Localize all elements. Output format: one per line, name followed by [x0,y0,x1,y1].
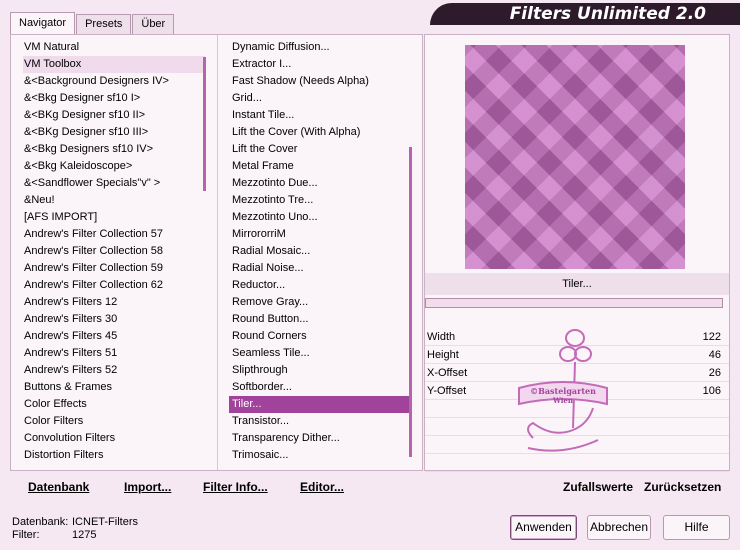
list-item[interactable]: Convolution Filters [23,430,205,447]
list-item[interactable]: Grid... [229,90,409,107]
param-value: 106 [702,385,721,397]
param-value: 26 [708,367,721,379]
list-item[interactable]: Andrew's Filters 52 [23,362,205,379]
list-item[interactable]: Mezzotinto Uno... [229,209,409,226]
list-item[interactable]: Tiler... [229,396,409,413]
list-item[interactable]: Distortion Filters [23,447,205,464]
list-item[interactable]: [AFS IMPORT] [23,209,205,226]
list-item[interactable]: &<BKg Designer sf10 II> [23,107,205,124]
param-label: X-Offset [427,367,468,379]
list-item[interactable]: &<Background Designers IV> [23,73,205,90]
list-item[interactable]: Radial Noise... [229,260,409,277]
current-filter-name: Tiler... [425,273,729,295]
list-item[interactable]: Andrew's Filters 12 [23,294,205,311]
status-filter-count: Filter: 1275 [12,529,97,541]
list-item[interactable]: Round Button... [229,311,409,328]
watermark-logo: ©Bastelgarten Wien [518,329,608,452]
list-item[interactable]: Lift the Cover [229,141,409,158]
cancel-button[interactable]: Abbrechen [587,515,651,540]
editor-button[interactable]: Editor... [300,476,344,498]
list-item[interactable]: Andrew's Filter Collection 57 [23,226,205,243]
list-item[interactable]: VM Toolbox [23,56,205,73]
list-item[interactable]: Remove Gray... [229,294,409,311]
filter-list[interactable]: Dynamic Diffusion... Extractor I... Fast S… [229,39,409,464]
list-item[interactable]: &<Bkg Kaleidoscope> [23,158,205,175]
param-label: Width [427,331,456,343]
datenbank-button[interactable]: Datenbank [28,476,89,498]
list-item[interactable]: Trimosaic... [229,447,409,464]
list-item[interactable]: &<BKg Designer sf10 III> [23,124,205,141]
list-item[interactable]: Transparency Dither... [229,430,409,447]
import-button[interactable]: Import... [124,476,171,498]
list-item[interactable]: Instant Tile... [229,107,409,124]
list-item[interactable]: Transistor... [229,413,409,430]
list-item[interactable]: &<Bkg Designer sf10 I> [23,90,205,107]
tab-presets[interactable]: Presets [76,14,132,34]
list-item[interactable]: Extractor I... [229,56,409,73]
param-label: Y-Offset [427,385,467,397]
help-button[interactable]: Hilfe [663,515,730,540]
random-values-button[interactable]: Zufallswerte [563,476,633,498]
list-item[interactable]: Color Effects [23,396,205,413]
list-item[interactable]: &<Bkg Designers sf10 IV> [23,141,205,158]
tab-bar: Navigator Presets Über [10,12,175,34]
param-label: Height [427,349,459,361]
list-item[interactable]: Dynamic Diffusion... [229,39,409,56]
category-list[interactable]: VM Natural VM Toolbox &<Background Designe… [23,39,205,464]
list-item[interactable]: Fast Shadow (Needs Alpha) [229,73,409,90]
list-item[interactable]: Metal Frame [229,158,409,175]
footer-actions: Datenbank Import... Filter Info... Edito… [0,476,740,498]
apply-button[interactable]: Anwenden [510,515,577,540]
list-item[interactable]: MirrororriM [229,226,409,243]
filter-info-button[interactable]: Filter Info... [203,476,268,498]
param-value: 122 [702,331,721,343]
param-value: 46 [708,349,721,361]
list-item[interactable]: Mezzotinto Due... [229,175,409,192]
list-item[interactable]: &Neu! [23,192,205,209]
list-item[interactable]: Andrew's Filters 30 [23,311,205,328]
list-item[interactable]: Lift the Cover (With Alpha) [229,124,409,141]
reset-button[interactable]: Zurücksetzen [644,476,721,498]
app-title-banner: Filters Unlimited 2.0 [430,3,740,25]
preview-image [465,45,685,269]
watermark-text-2: Wien [552,396,573,405]
list-item[interactable]: Color Filters [23,413,205,430]
list-item[interactable]: Buttons & Frames [23,379,205,396]
navigator-panel: VM Natural VM Toolbox &<Background Designe… [10,34,423,471]
status-database: Datenbank: ICNET-Filters [12,516,138,528]
list-item[interactable]: Softborder... [229,379,409,396]
list-item[interactable]: Andrew's Filters 45 [23,328,205,345]
list-item[interactable]: &<Sandflower Specials"v" > [23,175,205,192]
preview-panel: Tiler... Width 122 Height 46 X-Offset 26 Y-… [424,34,730,472]
list-item[interactable]: Reductor... [229,277,409,294]
list-item[interactable]: Andrew's Filter Collection 58 [23,243,205,260]
list-item[interactable]: Slipthrough [229,362,409,379]
filter-scrollbar[interactable] [409,147,412,457]
list-item[interactable]: Round Corners [229,328,409,345]
list-item[interactable]: Andrew's Filter Collection 59 [23,260,205,277]
list-item[interactable]: Andrew's Filters 51 [23,345,205,362]
category-scrollbar[interactable] [203,57,206,191]
list-item[interactable]: Radial Mosaic... [229,243,409,260]
watermark-text-1: ©Bastelgarten [530,386,596,396]
list-item[interactable]: Andrew's Filter Collection 62 [23,277,205,294]
tab-about[interactable]: Über [132,14,175,34]
list-item[interactable]: Seamless Tile... [229,345,409,362]
progress-bar [425,298,723,308]
tab-navigator[interactable]: Navigator [10,12,76,34]
list-item[interactable]: VM Natural [23,39,205,56]
list-item[interactable]: Mezzotinto Tre... [229,192,409,209]
